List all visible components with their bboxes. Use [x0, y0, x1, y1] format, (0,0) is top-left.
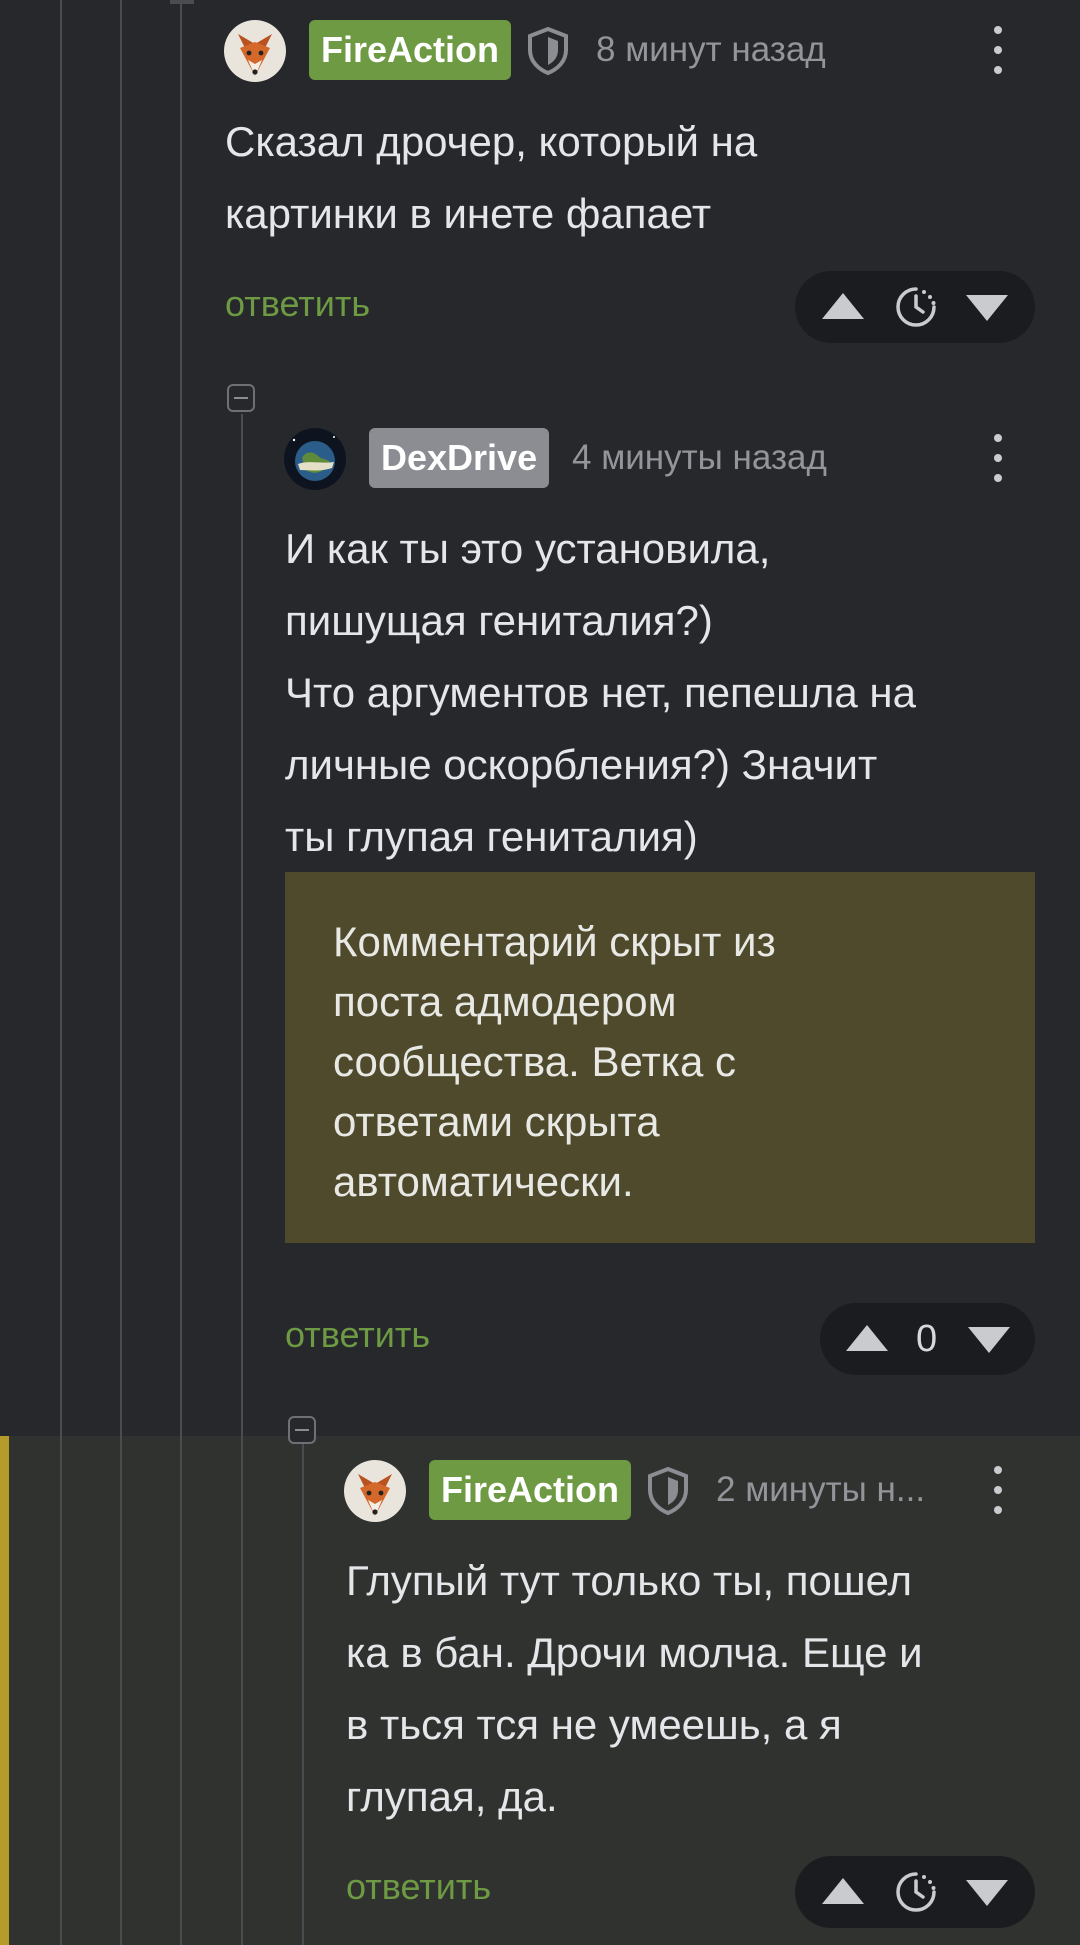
more-options-icon[interactable] [988, 20, 1008, 80]
vote-up-icon[interactable] [822, 1878, 864, 1904]
reply-link[interactable]: ответить [346, 1865, 491, 1909]
fox-avatar-icon[interactable] [344, 1460, 406, 1522]
timer-icon [896, 287, 936, 327]
thread-line[interactable] [241, 414, 243, 1945]
comment-time: 4 минуты назад [572, 438, 827, 477]
comment-text: Глупый тут только ты, пошел ка в бан. Др… [346, 1557, 923, 1820]
collapse-thread-button[interactable] [288, 1416, 316, 1444]
username-badge[interactable]: FireAction [429, 1460, 632, 1520]
timer-icon [896, 1872, 936, 1912]
shield-icon [648, 1466, 688, 1516]
more-options-icon[interactable] [988, 1460, 1008, 1520]
collapse-thread-button[interactable] [227, 384, 255, 412]
thread-line[interactable] [302, 1444, 304, 1945]
comment-text: Сказал дрочер, который на картинки в ине… [225, 118, 758, 237]
vote-panel [795, 271, 1035, 343]
more-options-icon[interactable] [988, 428, 1008, 488]
vote-down-icon[interactable] [966, 1880, 1008, 1906]
vote-down-icon[interactable] [968, 1327, 1010, 1353]
username-badge[interactable]: DexDrive [369, 428, 550, 488]
vote-down-icon[interactable] [966, 295, 1008, 321]
reply-link[interactable]: ответить [285, 1313, 430, 1357]
comment-thread: FireAction 8 минут назад Сказал дрочер, … [0, 0, 1080, 1945]
hidden-comment-notice: Комментарий скрыт из поста адмодером соо… [285, 872, 1035, 1243]
thread-line[interactable] [180, 0, 182, 1945]
thread-line[interactable] [120, 0, 122, 1945]
comment-time: 8 минут назад [596, 30, 826, 69]
thread-line-connector [170, 0, 194, 4]
vote-panel [795, 1856, 1035, 1928]
comment-time: 2 минуты н... [716, 1470, 926, 1509]
reply-link[interactable]: ответить [225, 282, 370, 326]
vote-up-icon[interactable] [822, 293, 864, 319]
vote-up-icon[interactable] [846, 1325, 888, 1351]
rating-value: 0 [916, 1318, 938, 1360]
shield-icon [528, 26, 568, 76]
fox-avatar-icon[interactable] [224, 20, 286, 82]
vote-panel: 0 [820, 1303, 1035, 1375]
username-badge[interactable]: FireAction [309, 20, 512, 80]
new-comment-marker [0, 1436, 9, 1945]
comment-text: И как ты это установила, пишущая генитал… [285, 525, 916, 860]
thread-line[interactable] [60, 0, 62, 1945]
earth-avatar-icon[interactable] [284, 428, 346, 490]
